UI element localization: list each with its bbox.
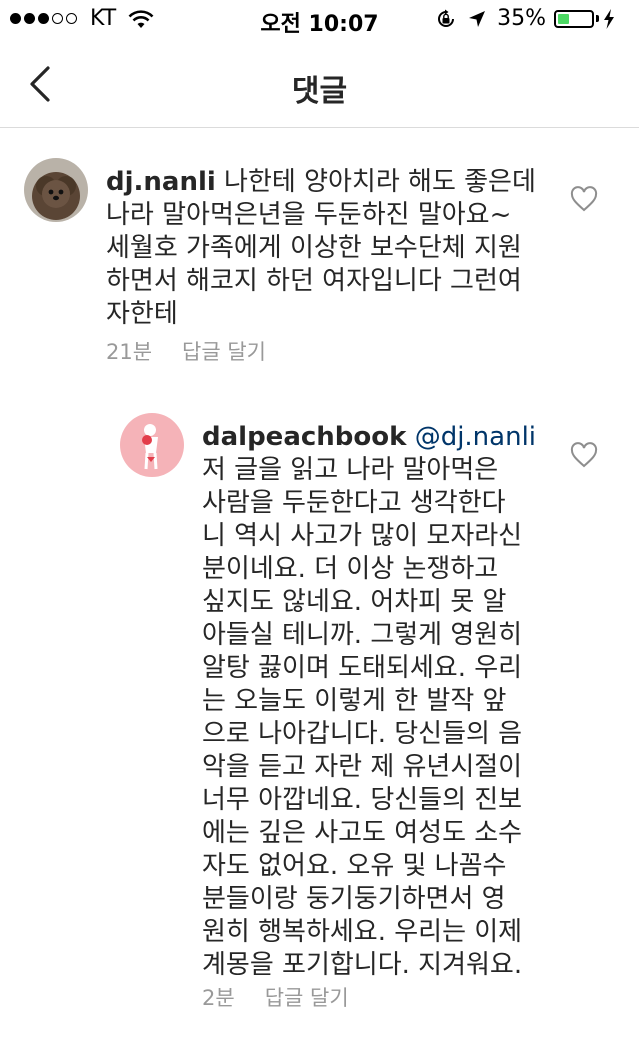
comment-text: dj.nanli 나한테 양아치라 해도 좋은데 나라 말아먹은년을 두둔하진 …	[106, 166, 536, 331]
battery-tip	[596, 15, 599, 22]
battery-icon	[554, 8, 625, 29]
status-right: 35%	[435, 6, 625, 31]
avatar[interactable]	[120, 413, 184, 477]
comment-body: 저 글을 읽고 나라 말아먹은 사람을 두둔한다고 생각한다 니 역시 사고가 …	[202, 455, 523, 980]
orientation-lock-icon	[438, 9, 455, 27]
avatar[interactable]	[24, 158, 88, 222]
heart-outline-icon[interactable]	[570, 186, 598, 212]
reply-button[interactable]: 답글 달기	[182, 336, 266, 366]
battery-body	[554, 9, 594, 28]
comment-time: 21분	[106, 340, 153, 364]
reply-button[interactable]: 답글 달기	[265, 982, 349, 1012]
page-title: 댓글	[291, 74, 348, 109]
battery-percent: 35%	[497, 6, 546, 31]
battery-fill	[558, 13, 569, 24]
status-bar: KT 오전 10:07 35%	[0, 0, 639, 40]
comment-username[interactable]: dalpeachbook	[202, 422, 406, 452]
heart-outline-icon[interactable]	[570, 442, 598, 468]
comment-time: 2분	[202, 986, 235, 1010]
comment-meta: 21분 답글 달기	[106, 336, 266, 366]
comment-text: dalpeachbook @dj.nanli 저 글을 읽고 나라 말아먹은 사…	[202, 421, 542, 982]
mention-link[interactable]: @dj.nanli	[415, 422, 536, 452]
charging-icon	[604, 8, 614, 29]
location-arrow-icon	[469, 10, 486, 27]
navigation-bar: 댓글	[0, 40, 639, 128]
comment-username[interactable]: dj.nanli	[106, 167, 216, 197]
dog-avatar-icon	[24, 158, 88, 222]
comment-meta: 2분 답글 달기	[202, 982, 349, 1012]
peach-avatar-icon	[120, 413, 184, 477]
